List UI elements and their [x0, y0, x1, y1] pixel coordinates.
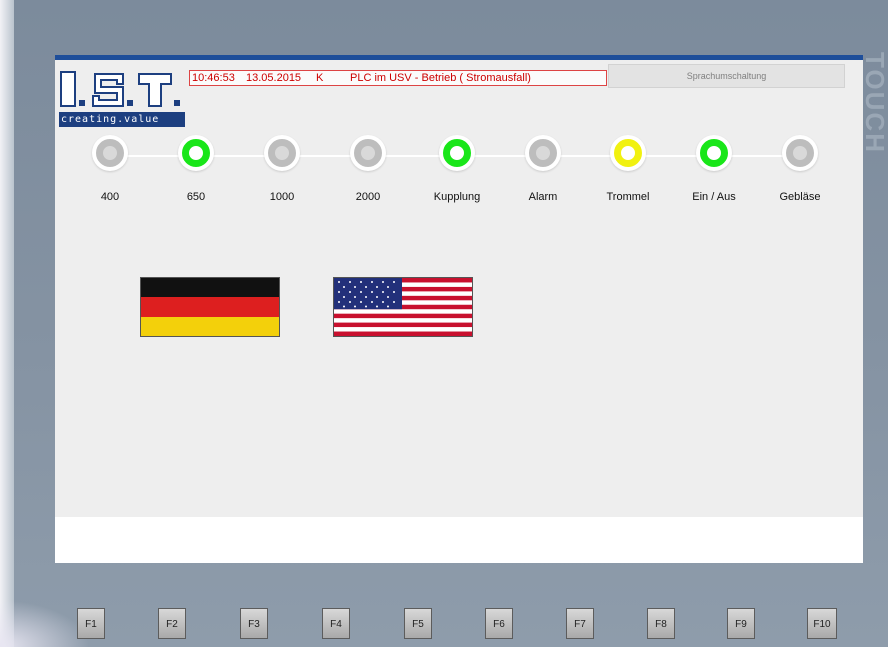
bezel-brand-text: TOUCH — [860, 52, 888, 154]
indicator-400: 400 — [85, 135, 135, 205]
flag-stripe-gold — [141, 316, 279, 336]
lamp-ring — [529, 139, 557, 167]
alarm-status-bar: 10:46:53 13.05.2015 K PLC im USV - Betri… — [189, 70, 607, 86]
indicator-label: Ein / Aus — [692, 191, 736, 203]
lamp-icon — [782, 135, 818, 171]
screen-top-bar — [55, 55, 863, 60]
lamp-icon — [525, 135, 561, 171]
lamp-icon — [178, 135, 214, 171]
indicator-alarm: Alarm — [518, 135, 568, 205]
indicator-geblaese: Gebläse — [775, 135, 825, 205]
lamp-ring — [354, 139, 382, 167]
lamp-icon — [92, 135, 128, 171]
lamp-ring — [96, 139, 124, 167]
indicator-label: 650 — [186, 191, 206, 203]
alarm-message: PLC im USV - Betrieb ( Stromausfall) — [350, 72, 531, 84]
flag-stripe-black — [141, 278, 279, 298]
hmi-screen: creating.value 10:46:53 13.05.2015 K PLC… — [55, 55, 863, 563]
screen-footer-area — [55, 517, 863, 563]
function-key-f7[interactable]: F7 — [566, 608, 594, 639]
lamp-ring — [268, 139, 296, 167]
logo-letters-graphic — [60, 71, 180, 107]
function-key-f8[interactable]: F8 — [647, 608, 675, 639]
lamp-ring — [182, 139, 210, 167]
function-key-f3[interactable]: F3 — [240, 608, 268, 639]
us-flag-icon[interactable] — [334, 278, 472, 336]
indicator-label: Kupplung — [433, 191, 481, 203]
lamp-ring — [786, 139, 814, 167]
function-key-f4[interactable]: F4 — [322, 608, 350, 639]
indicator-label: Trommel — [606, 191, 650, 203]
lamp-icon — [610, 135, 646, 171]
alarm-flag: K — [316, 72, 324, 84]
lamp-icon — [264, 135, 300, 171]
lamp-ring — [700, 139, 728, 167]
indicator-label: 400 — [100, 191, 120, 203]
language-switch-button[interactable]: Sprachumschaltung — [608, 64, 845, 88]
lamp-ring — [614, 139, 642, 167]
company-logo: creating.value — [59, 68, 185, 127]
indicator-label: 1000 — [269, 191, 295, 203]
lamp-icon — [350, 135, 386, 171]
flag-stripe-red — [141, 297, 279, 317]
alarm-date: 13.05.2015 — [246, 72, 302, 84]
alarm-time: 10:46:53 — [192, 72, 235, 84]
function-key-f2[interactable]: F2 — [158, 608, 186, 639]
indicator-trommel: Trommel — [603, 135, 653, 205]
function-key-f6[interactable]: F6 — [485, 608, 513, 639]
indicator-label: Alarm — [528, 191, 558, 203]
indicator-1000: 1000 — [257, 135, 307, 205]
lamp-icon — [439, 135, 475, 171]
indicator-650: 650 — [171, 135, 221, 205]
indicator-row: 400 650 1000 2000 Kupplung Alarm Trommel — [55, 135, 863, 205]
function-key-f5[interactable]: F5 — [404, 608, 432, 639]
indicator-label: 2000 — [355, 191, 381, 203]
bezel-left-shade — [0, 0, 14, 647]
function-key-f10[interactable]: F10 — [807, 608, 837, 639]
logo-tagline: creating.value — [59, 112, 185, 127]
function-key-f9[interactable]: F9 — [727, 608, 755, 639]
german-flag-icon[interactable] — [141, 278, 279, 336]
indicator-label: Gebläse — [779, 191, 821, 203]
indicator-ein-aus: Ein / Aus — [689, 135, 739, 205]
indicator-2000: 2000 — [343, 135, 393, 205]
indicator-kupplung: Kupplung — [432, 135, 482, 205]
lamp-ring — [443, 139, 471, 167]
lamp-icon — [696, 135, 732, 171]
function-key-f1[interactable]: F1 — [77, 608, 105, 639]
